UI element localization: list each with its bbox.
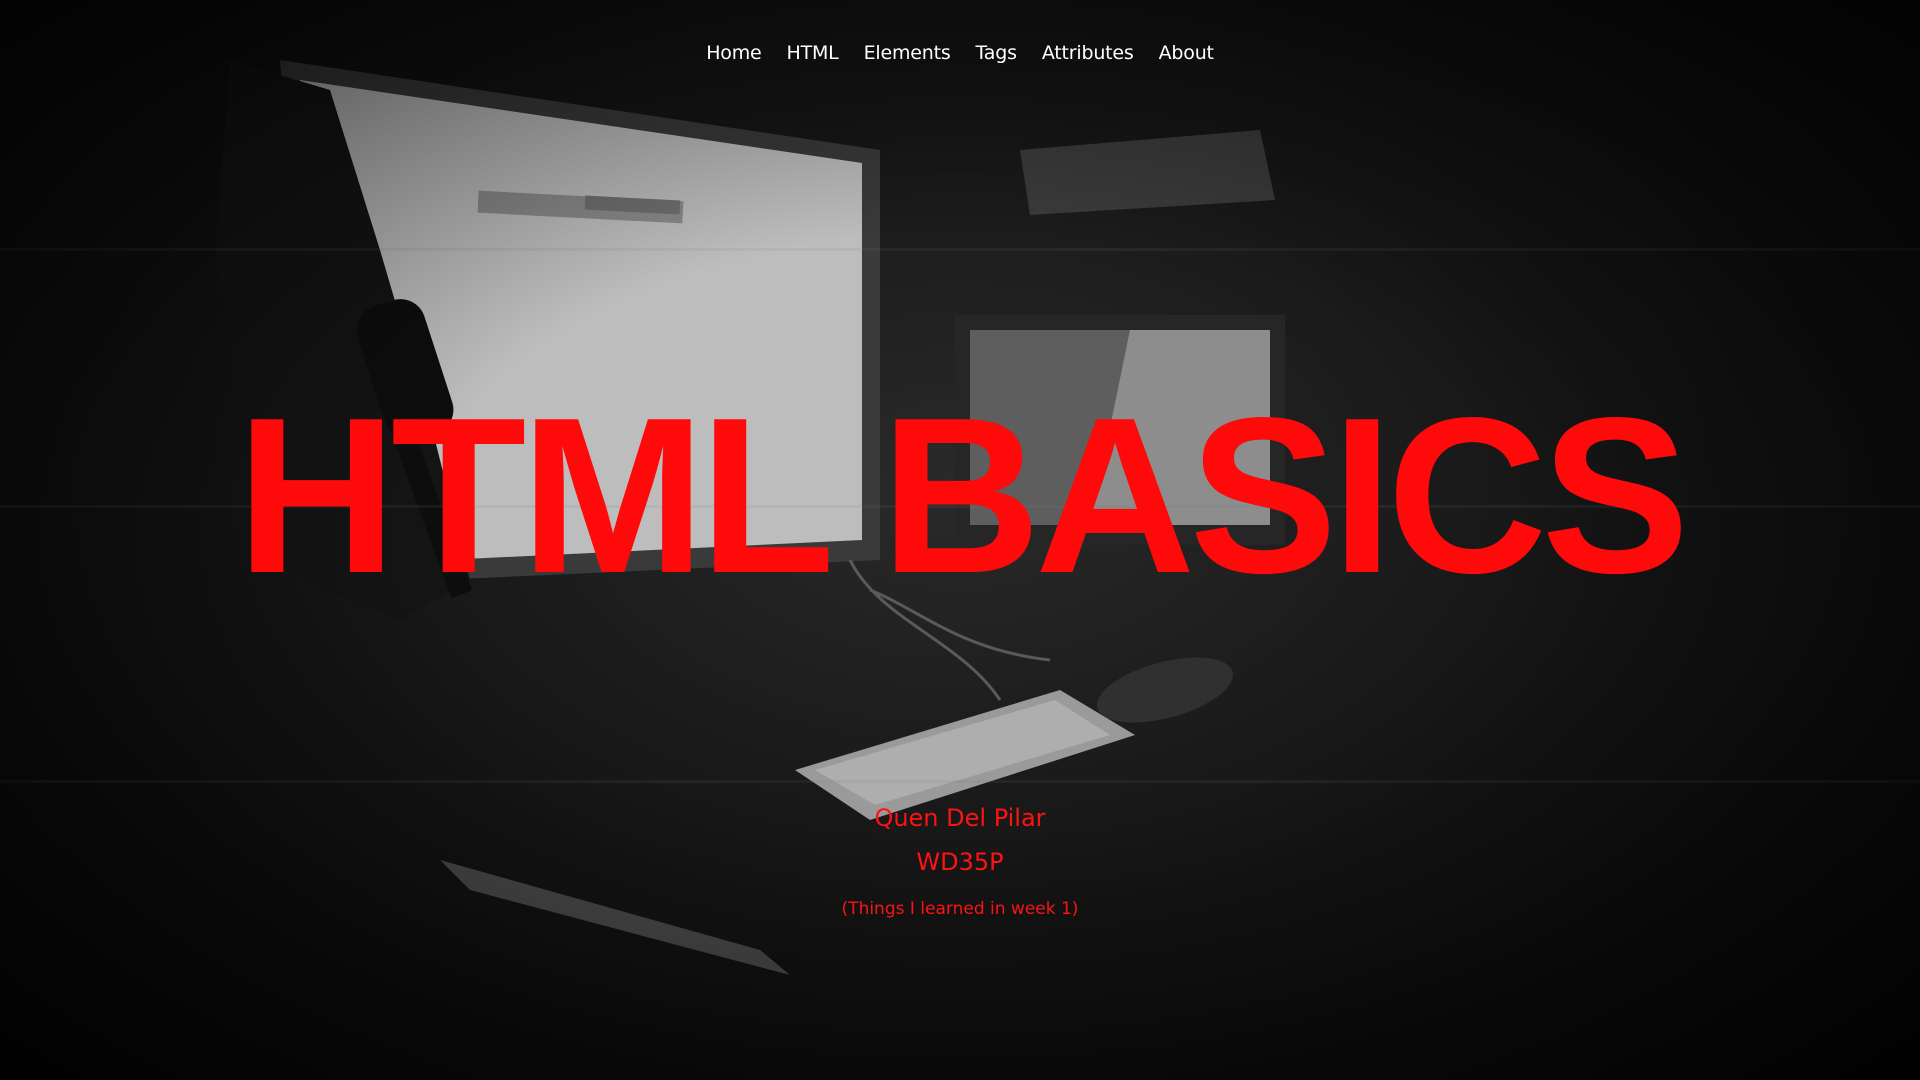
hero-title: HTML BASICS (236, 372, 1690, 620)
nav-link-attributes[interactable]: Attributes (1042, 42, 1134, 64)
nav-link-tags[interactable]: Tags (976, 42, 1017, 64)
nav-link-about[interactable]: About (1159, 42, 1214, 64)
class-code: WD35P (916, 848, 1004, 876)
nav-link-home[interactable]: Home (706, 42, 762, 64)
author-name: Quen Del Pilar (874, 804, 1046, 832)
nav-link-html[interactable]: HTML (787, 42, 839, 64)
page: Home HTML Elements Tags Attributes About… (0, 0, 1920, 1080)
top-navigation: Home HTML Elements Tags Attributes About (0, 42, 1920, 64)
subtitle-note: (Things I learned in week 1) (841, 899, 1079, 919)
nav-link-elements[interactable]: Elements (864, 42, 951, 64)
